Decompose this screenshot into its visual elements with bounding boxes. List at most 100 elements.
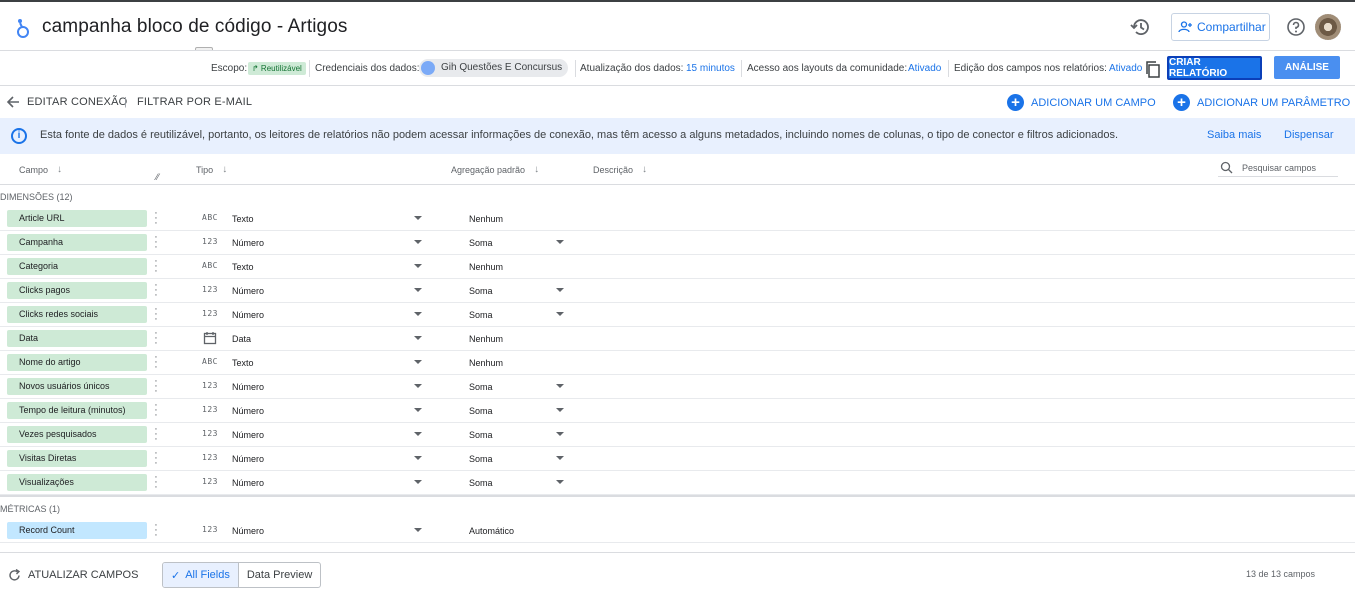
type-dropdown-arrow-icon[interactable]	[414, 288, 422, 292]
type-dropdown-arrow-icon[interactable]	[414, 408, 422, 412]
field-type-select[interactable]: Texto	[232, 214, 254, 224]
aggregation-value[interactable]: Soma	[469, 478, 493, 488]
more-vert-icon[interactable]: · · ·	[150, 376, 162, 397]
aggregation-value[interactable]: Soma	[469, 406, 493, 416]
more-vert-icon[interactable]: · · ·	[150, 424, 162, 445]
field-type-select[interactable]: Data	[232, 334, 251, 344]
aggregation-dropdown-arrow-icon[interactable]	[556, 456, 564, 460]
more-vert-icon[interactable]: · · ·	[150, 400, 162, 421]
more-vert-icon[interactable]: · · ·	[150, 448, 162, 469]
back-arrow-icon[interactable]	[6, 95, 20, 109]
field-type-select[interactable]: Número	[232, 286, 264, 296]
create-report-button[interactable]: CRIAR RELATÓRIO	[1167, 56, 1262, 80]
type-dropdown-arrow-icon[interactable]	[414, 312, 422, 316]
type-dropdown-arrow-icon[interactable]	[414, 432, 422, 436]
more-vert-icon[interactable]: · · ·	[150, 472, 162, 493]
aggregation-dropdown-arrow-icon[interactable]	[556, 240, 564, 244]
type-dropdown-arrow-icon[interactable]	[414, 240, 422, 244]
field-name-chip[interactable]: Categoria	[7, 258, 147, 275]
aggregation-value[interactable]: Soma	[469, 310, 493, 320]
page-title[interactable]: campanha bloco de código - Artigos	[42, 16, 347, 38]
type-dropdown-arrow-icon[interactable]	[414, 216, 422, 220]
field-name-chip[interactable]: Vezes pesquisados	[7, 426, 147, 443]
field-type-select[interactable]: Número	[232, 406, 264, 416]
field-name-chip[interactable]: Record Count	[7, 522, 147, 539]
refresh-icon[interactable]	[8, 569, 21, 582]
column-header-type[interactable]: Tipo ↓	[196, 164, 227, 175]
avatar[interactable]	[1315, 14, 1341, 40]
field-type-select[interactable]: Número	[232, 526, 264, 536]
aggregation-dropdown-arrow-icon[interactable]	[556, 312, 564, 316]
type-dropdown-arrow-icon[interactable]	[414, 480, 422, 484]
field-name-chip[interactable]: Visualizações	[7, 474, 147, 491]
share-button[interactable]: Compartilhar	[1171, 13, 1270, 41]
field-name-chip[interactable]: Clicks pagos	[7, 282, 147, 299]
column-header-field[interactable]: Campo ↓	[19, 164, 62, 175]
field-type-select[interactable]: Texto	[232, 262, 254, 272]
add-field-button[interactable]: + ADICIONAR UM CAMPO	[1007, 94, 1156, 111]
copy-icon[interactable]	[1145, 61, 1161, 78]
type-dropdown-arrow-icon[interactable]	[414, 360, 422, 364]
field-name-chip[interactable]: Nome do artigo	[7, 354, 147, 371]
field-type-select[interactable]: Texto	[232, 358, 254, 368]
more-vert-icon[interactable]: · · ·	[150, 304, 162, 325]
data-preview-tab[interactable]: Data Preview	[239, 563, 320, 587]
field-name-chip[interactable]: Novos usuários únicos	[7, 378, 147, 395]
refresh-fields-button[interactable]: ATUALIZAR CAMPOS	[28, 569, 138, 581]
aggregation-value[interactable]: Soma	[469, 382, 493, 392]
aggregation-value[interactable]: Soma	[469, 238, 493, 248]
number-type-icon: 123	[202, 405, 218, 414]
add-parameter-button[interactable]: + ADICIONAR UM PARÂMETRO	[1173, 94, 1350, 111]
filter-by-email-button[interactable]: FILTRAR POR E-MAIL	[137, 96, 252, 108]
field-name-chip[interactable]: Tempo de leitura (minutos)	[7, 402, 147, 419]
refresh-value-link[interactable]: 15 minutos	[686, 63, 735, 74]
aggregation-value[interactable]: Soma	[469, 430, 493, 440]
help-icon[interactable]	[1286, 17, 1306, 37]
field-type-select[interactable]: Número	[232, 478, 264, 488]
field-name-chip[interactable]: Article URL	[7, 210, 147, 227]
field-type-select[interactable]: Número	[232, 382, 264, 392]
type-dropdown-arrow-icon[interactable]	[414, 456, 422, 460]
aggregation-dropdown-arrow-icon[interactable]	[556, 384, 564, 388]
edit-connection-button[interactable]: EDITAR CONEXÃO	[27, 96, 127, 108]
dismiss-button[interactable]: Dispensar	[1284, 129, 1334, 141]
type-dropdown-arrow-icon[interactable]	[414, 336, 422, 340]
learn-more-link[interactable]: Saiba mais	[1207, 129, 1261, 141]
more-vert-icon[interactable]: · · ·	[150, 232, 162, 253]
column-header-description[interactable]: Descrição ↓	[593, 164, 647, 175]
more-vert-icon[interactable]: · · ·	[150, 256, 162, 277]
field-type-select[interactable]: Número	[232, 430, 264, 440]
edit-fields-value-link[interactable]: Ativado	[1109, 63, 1142, 74]
community-value-link[interactable]: Ativado	[908, 63, 941, 74]
aggregation-dropdown-arrow-icon[interactable]	[556, 288, 564, 292]
more-vert-icon[interactable]: · · ·	[150, 328, 162, 349]
more-vert-icon[interactable]: · · ·	[150, 280, 162, 301]
field-type-select[interactable]: Número	[232, 238, 264, 248]
field-name-chip[interactable]: Campanha	[7, 234, 147, 251]
field-name-chip[interactable]: Data	[7, 330, 147, 347]
aggregation-value[interactable]: Soma	[469, 286, 493, 296]
more-vert-icon[interactable]: · · ·	[150, 208, 162, 229]
more-vert-icon[interactable]: · · ·	[150, 352, 162, 373]
field-name-chip[interactable]: Visitas Diretas	[7, 450, 147, 467]
type-dropdown-arrow-icon[interactable]	[414, 264, 422, 268]
aggregation-dropdown-arrow-icon[interactable]	[556, 480, 564, 484]
all-fields-tab[interactable]: ✓ All Fields	[163, 563, 239, 587]
search-fields-input[interactable]: Pesquisar campos	[1218, 161, 1338, 177]
looker-studio-logo-icon	[17, 19, 29, 38]
aggregation-dropdown-arrow-icon[interactable]	[556, 432, 564, 436]
column-header-aggregation[interactable]: Agregação padrão ↓	[451, 164, 539, 175]
type-dropdown-arrow-icon[interactable]	[414, 528, 422, 532]
field-type-select[interactable]: Número	[232, 310, 264, 320]
aggregation-value: Nenhum	[469, 214, 504, 224]
analysis-button[interactable]: ANÁLISE	[1274, 56, 1340, 79]
column-resize-handle-icon[interactable]: ⁄⁄	[156, 172, 159, 182]
field-type-select[interactable]: Número	[232, 454, 264, 464]
type-dropdown-arrow-icon[interactable]	[414, 384, 422, 388]
aggregation-dropdown-arrow-icon[interactable]	[556, 408, 564, 412]
field-name-chip[interactable]: Clicks redes sociais	[7, 306, 147, 323]
credentials-user-chip[interactable]: Gih Questões E Concursus	[419, 59, 568, 77]
aggregation-value[interactable]: Soma	[469, 454, 493, 464]
more-vert-icon[interactable]: · · ·	[150, 520, 162, 541]
version-history-icon[interactable]	[1130, 16, 1152, 38]
